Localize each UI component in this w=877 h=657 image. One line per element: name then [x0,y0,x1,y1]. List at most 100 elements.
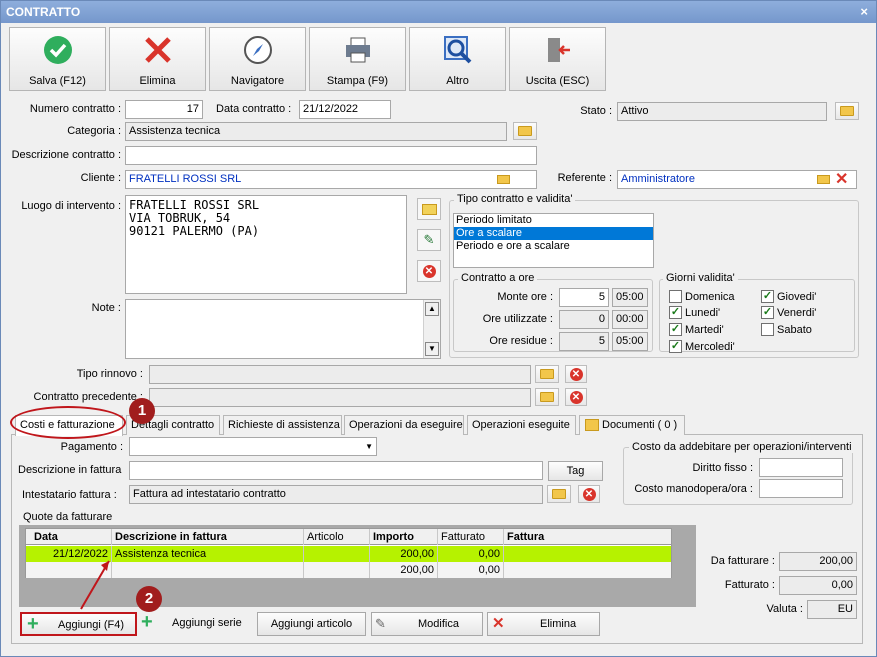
pagamento-select[interactable]: ▼ [129,437,377,456]
printer-icon [310,28,405,68]
residue-time-field[interactable]: 05:00 [612,332,648,351]
intestatario-field[interactable]: Fattura ad intestatario contratto [129,485,543,504]
grid-header-cell[interactable]: Fatturato [438,529,504,545]
checkbox-lunedi[interactable]: ✓ Lunedi' [669,306,720,319]
note-textarea[interactable]: ▲ ▼ [125,299,441,359]
folder-icon [552,489,566,499]
tipo-contratto-list[interactable]: Periodo limitato Ore a scalare Periodo e… [453,213,654,268]
add-series-button[interactable]: + Aggiungi serie [138,612,251,636]
residue-label: Ore residue : [489,335,553,347]
giorni-title: Giorni validita' [663,272,738,284]
tab-richieste-assistenza[interactable]: Richieste di assistenza [223,415,342,435]
diritto-label: Diritto fisso : [692,462,753,474]
categoria-folder-button[interactable] [513,122,537,140]
edit-button[interactable]: ✎ [417,229,441,251]
fatturato-field[interactable]: 0,00 [779,576,857,595]
grid-cell: 200,00 [370,546,438,562]
note-scrollbar[interactable]: ▲ ▼ [423,300,440,358]
contratto-precedente-field[interactable] [149,388,531,407]
luogo-textarea[interactable]: FRATELLI ROSSI SRL VIA TOBRUK, 54 90121 … [125,195,407,294]
grid-cell: 0,00 [438,546,504,562]
numero-label: Numero contratto : [29,103,121,115]
chevron-down-icon[interactable]: ▼ [365,438,373,455]
checkbox-giovedi[interactable]: ✓ Giovedi' [761,290,816,303]
tag-button[interactable]: Tag [548,461,603,481]
folder-icon [540,369,554,379]
delete-icon: ✕ [582,487,596,501]
residue-field[interactable]: 5 [559,332,609,351]
folder-icon[interactable] [817,175,830,184]
tipo-rinnovo-clear-button[interactable]: ✕ [565,365,587,383]
delete-address-button[interactable]: ✕ [417,260,441,282]
monte-time-field[interactable]: 05:00 [612,288,648,307]
checkbox-sabato[interactable]: Sabato [761,323,812,336]
scroll-up-icon[interactable]: ▲ [425,302,439,316]
cliente-field[interactable]: FRATELLI ROSSI SRL [125,170,537,189]
tipo-rinnovo-field[interactable] [149,365,531,384]
descrizione-fattura-label: Descrizione in fattura [18,464,122,476]
intestatario-folder-button[interactable] [547,485,571,503]
checkbox-martedi[interactable]: ✓ Martedi' [669,323,724,336]
grid-header-cell[interactable]: Descrizione in fattura [112,529,304,545]
tab-operazioni-eseguite[interactable]: Operazioni eseguite [467,415,576,435]
save-button[interactable]: Salva (F12) [9,27,106,91]
descrizione-fattura-field[interactable] [129,461,543,480]
tipo-rinnovo-folder-button[interactable] [535,365,559,383]
tipo-contratto-title: Tipo contratto e validita' [454,193,576,205]
grid-cell [504,546,673,562]
close-icon[interactable]: × [860,1,868,23]
add-article-button[interactable]: Aggiungi articolo [257,612,366,636]
exit-button[interactable]: Uscita (ESC) [509,27,606,91]
magnifier-icon [410,28,505,68]
scroll-down-icon[interactable]: ▼ [425,342,439,356]
tab-operazioni-da-eseguire[interactable]: Operazioni da eseguire [344,415,464,435]
list-item[interactable]: Periodo e ore a scalare [454,240,653,253]
delete-row-button[interactable]: ✕ Elimina [487,612,600,636]
folder-icon[interactable] [497,175,510,184]
grid-header-cell[interactable]: Fattura [504,529,673,545]
contract-window: CONTRATTO × Salva (F12) Elimina Navigato… [0,0,877,657]
intestatario-label: Intestatario fattura : [22,489,117,501]
categoria-field[interactable]: Assistenza tecnica [125,122,507,141]
intestatario-clear-button[interactable]: ✕ [578,485,600,503]
valuta-label: Valuta : [766,603,804,615]
delete-icon: ✕ [422,264,436,278]
utilizzate-field[interactable]: 0 [559,310,609,329]
checkbox-domenica[interactable]: Domenica [669,290,735,303]
checkbox-venerdi[interactable]: ✓ Venerdi' [761,306,816,319]
referente-label: Referente : [557,172,612,184]
contratto-ore-title: Contratto a ore [458,272,538,284]
clear-icon[interactable]: ✕ [835,171,848,189]
stato-field[interactable]: Attivo [617,102,827,121]
manodopera-field[interactable] [759,479,843,498]
diritto-field[interactable] [759,458,843,477]
data-field[interactable]: 21/12/2022 [299,100,391,119]
grid-header-cell[interactable]: Importo [370,529,438,545]
tab-documenti[interactable]: Documenti ( 0 ) [579,415,685,435]
annotation-badge-1: 1 [129,398,155,424]
modify-button[interactable]: ✎ Modifica [371,612,483,636]
list-item-selected[interactable]: Ore a scalare [454,227,653,240]
checkbox-mercoledi[interactable]: ✓ Mercoledi' [669,340,735,353]
more-button[interactable]: Altro [409,27,506,91]
luogo-line: 90121 PALERMO (PA) [129,224,260,238]
precedente-clear-button[interactable]: ✕ [565,388,587,406]
open-folder-button[interactable] [417,198,441,220]
grid-cell: 200,00 [370,562,438,578]
cliente-label: Cliente : [80,172,121,184]
monte-field[interactable]: 5 [559,288,609,307]
navigator-button[interactable]: Navigatore [209,27,306,91]
stato-folder-button[interactable] [835,102,859,120]
valuta-field[interactable]: EU [807,600,857,619]
descrizione-field[interactable] [125,146,537,165]
delete-button[interactable]: Elimina [109,27,206,91]
exit-door-icon [510,28,605,68]
utilizzate-time-field[interactable]: 00:00 [612,310,648,329]
print-button[interactable]: Stampa (F9) [309,27,406,91]
list-item[interactable]: Periodo limitato [454,214,653,227]
delete-icon [110,28,205,68]
grid-header-cell[interactable]: Articolo [304,529,370,545]
precedente-folder-button[interactable] [535,388,559,406]
da-fatturare-field[interactable]: 200,00 [779,552,857,571]
numero-field[interactable]: 17 [125,100,203,119]
